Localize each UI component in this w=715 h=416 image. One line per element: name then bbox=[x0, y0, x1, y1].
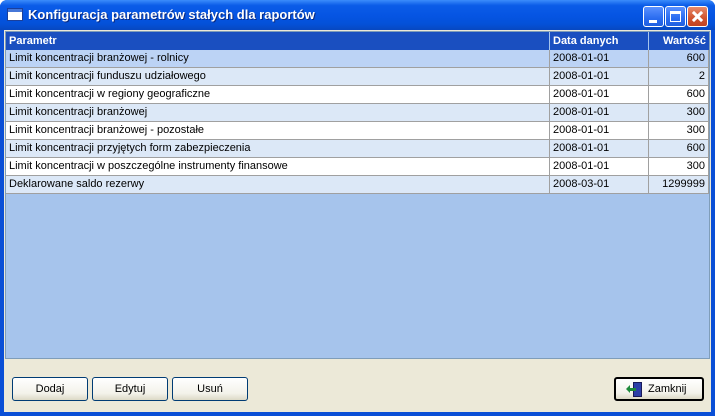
table-row[interactable]: Deklarowane saldo rezerwy 2008-03-01 129… bbox=[6, 176, 709, 194]
add-button[interactable]: Dodaj bbox=[12, 377, 88, 401]
table-row[interactable]: Limit koncentracji w poszczególne instru… bbox=[6, 158, 709, 176]
app-window-icon bbox=[7, 8, 23, 21]
cell-parametr: Limit koncentracji branżowej - rolnicy bbox=[6, 50, 550, 68]
cell-parametr: Deklarowane saldo rezerwy bbox=[6, 176, 550, 194]
window-close-button[interactable] bbox=[687, 6, 708, 27]
window-title: Konfiguracja parametrów stałych dla rapo… bbox=[28, 7, 315, 22]
cell-data-danych: 2008-01-01 bbox=[550, 140, 649, 158]
exit-door-icon bbox=[626, 382, 643, 398]
cell-wartosc: 600 bbox=[649, 140, 709, 158]
cell-parametr: Limit koncentracji przyjętych form zabez… bbox=[6, 140, 550, 158]
cell-parametr: Limit koncentracji w regiony geograficzn… bbox=[6, 86, 550, 104]
cell-data-danych: 2008-01-01 bbox=[550, 86, 649, 104]
cell-wartosc: 300 bbox=[649, 158, 709, 176]
cell-parametr: Limit koncentracji funduszu udziałowego bbox=[6, 68, 550, 86]
table-row[interactable]: Limit koncentracji w regiony geograficzn… bbox=[6, 86, 709, 104]
cell-data-danych: 2008-01-01 bbox=[550, 158, 649, 176]
close-dialog-button[interactable]: Zamknij bbox=[614, 377, 704, 401]
table-row[interactable]: Limit koncentracji branżowej - rolnicy 2… bbox=[6, 50, 709, 68]
cell-data-danych: 2008-03-01 bbox=[550, 176, 649, 194]
cell-wartosc: 300 bbox=[649, 104, 709, 122]
cell-wartosc: 600 bbox=[649, 86, 709, 104]
cell-wartosc: 600 bbox=[649, 50, 709, 68]
column-header-parametr[interactable]: Parametr bbox=[6, 32, 550, 50]
cell-wartosc: 1299999 bbox=[649, 176, 709, 194]
table-row[interactable]: Limit koncentracji branżowej 2008-01-01 … bbox=[6, 104, 709, 122]
title-bar[interactable]: Konfiguracja parametrów stałych dla rapo… bbox=[0, 0, 715, 30]
minimize-button[interactable] bbox=[643, 6, 664, 27]
edit-button[interactable]: Edytuj bbox=[92, 377, 168, 401]
maximize-button[interactable] bbox=[665, 6, 686, 27]
parameters-grid[interactable]: Parametr Data danych Wartość Limit konce… bbox=[5, 31, 710, 359]
delete-button[interactable]: Usuń bbox=[172, 377, 248, 401]
cell-data-danych: 2008-01-01 bbox=[550, 104, 649, 122]
cell-parametr: Limit koncentracji branżowej - pozostałe bbox=[6, 122, 550, 140]
table-row[interactable]: Limit koncentracji funduszu udziałowego … bbox=[6, 68, 709, 86]
dialog-window: Konfiguracja parametrów stałych dla rapo… bbox=[0, 0, 715, 416]
cell-wartosc: 2 bbox=[649, 68, 709, 86]
dialog-client-area: Parametr Data danych Wartość Limit konce… bbox=[4, 30, 711, 412]
cell-parametr: Limit koncentracji branżowej bbox=[6, 104, 550, 122]
cell-data-danych: 2008-01-01 bbox=[550, 50, 649, 68]
column-header-data-danych[interactable]: Data danych bbox=[550, 32, 649, 50]
maximize-icon bbox=[670, 11, 681, 22]
close-x-icon bbox=[688, 7, 707, 26]
grid-header: Parametr Data danych Wartość bbox=[6, 32, 709, 50]
cell-wartosc: 300 bbox=[649, 122, 709, 140]
table-row[interactable]: Limit koncentracji branżowej - pozostałe… bbox=[6, 122, 709, 140]
minimize-icon bbox=[649, 20, 657, 23]
cell-parametr: Limit koncentracji w poszczególne instru… bbox=[6, 158, 550, 176]
close-dialog-label: Zamknij bbox=[648, 383, 687, 395]
cell-data-danych: 2008-01-01 bbox=[550, 122, 649, 140]
column-header-wartosc[interactable]: Wartość bbox=[649, 32, 709, 50]
table-row[interactable]: Limit koncentracji przyjętych form zabez… bbox=[6, 140, 709, 158]
cell-data-danych: 2008-01-01 bbox=[550, 68, 649, 86]
